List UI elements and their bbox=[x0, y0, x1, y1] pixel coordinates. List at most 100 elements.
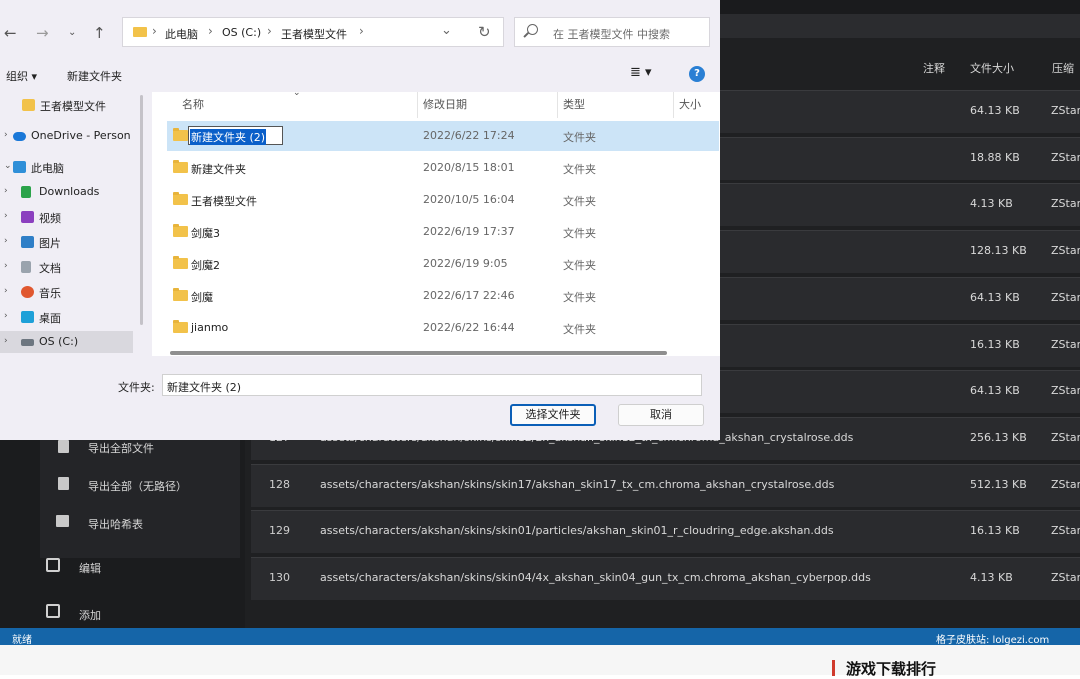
folder-icon bbox=[173, 320, 188, 333]
chevron-right-icon: › bbox=[4, 130, 8, 140]
add-icon bbox=[46, 604, 60, 618]
column-header-size[interactable]: 文件大小 bbox=[970, 60, 1014, 76]
app-sidebar: 导出全部文件 导出全部（无路径） 导出哈希表 编辑 添加 bbox=[0, 440, 245, 628]
row-size: 512.13 KB bbox=[970, 477, 1027, 491]
row-compression: ZStan bbox=[1051, 104, 1080, 117]
folder-date: 2022/6/22 16:44 bbox=[423, 321, 515, 334]
nav-item-music[interactable]: › 音乐 bbox=[0, 281, 133, 303]
column-divider[interactable] bbox=[417, 92, 418, 118]
column-header-compress[interactable]: 压缩 bbox=[1052, 60, 1074, 76]
navigation-pane: 王者模型文件 › OneDrive - Person ⌄ 此电脑 › Downl… bbox=[0, 92, 146, 356]
nav-item-onedrive[interactable]: › OneDrive - Person bbox=[0, 125, 133, 147]
row-path: assets/characters/akshan/skins/skin17/ak… bbox=[320, 477, 835, 491]
select-folder-dialog: ← → ⌄ ↑ › 此电脑 › OS (C:) › 王者模型文件 › ⌄ ↻ 在… bbox=[0, 0, 720, 440]
status-text: 就绪 bbox=[12, 635, 32, 646]
document-icon bbox=[21, 261, 31, 273]
list-item[interactable]: jianmo 2022/6/22 16:44 文件夹 bbox=[167, 313, 719, 343]
breadcrumb-folder[interactable]: 王者模型文件 bbox=[281, 26, 347, 42]
menu-edit[interactable]: 编辑 bbox=[79, 560, 101, 576]
folder-icon bbox=[173, 288, 188, 301]
view-options-icon[interactable]: ≣ ▾ bbox=[630, 65, 652, 80]
nav-item-videos[interactable]: › 视频 bbox=[0, 206, 133, 228]
app-title-bar bbox=[720, 0, 1080, 14]
app-tab-strip bbox=[720, 14, 1080, 38]
column-divider[interactable] bbox=[557, 92, 558, 118]
new-folder-button[interactable]: 新建文件夹 bbox=[67, 68, 122, 84]
chevron-right-icon: › bbox=[208, 24, 213, 38]
title-accent-bar bbox=[832, 660, 835, 676]
nav-item-drive[interactable]: › OS (C:) bbox=[0, 331, 133, 353]
rename-selected-text: 新建文件夹 (2) bbox=[190, 129, 267, 145]
column-header-type[interactable]: 类型 bbox=[563, 96, 585, 112]
section-title: 游戏下载排行 bbox=[846, 660, 937, 678]
help-icon[interactable]: ? bbox=[689, 66, 705, 82]
nav-scrollbar[interactable] bbox=[140, 95, 143, 325]
nav-item-pictures[interactable]: › 图片 bbox=[0, 231, 133, 253]
export-submenu: 导出全部文件 导出全部（无路径） 导出哈希表 bbox=[40, 440, 240, 558]
refresh-icon[interactable]: ↻ bbox=[478, 23, 491, 41]
row-compression: ZStan bbox=[1051, 430, 1080, 444]
menu-export-hash[interactable]: 导出哈希表 bbox=[88, 516, 143, 532]
recent-chevron-icon[interactable]: ⌄ bbox=[68, 27, 76, 38]
folder-name: 剑魔 bbox=[191, 291, 213, 304]
address-bar[interactable]: › 此电脑 › OS (C:) › 王者模型文件 › ⌄ ↻ bbox=[122, 17, 504, 47]
nav-item-folder[interactable]: 王者模型文件 bbox=[0, 94, 133, 116]
drive-icon bbox=[21, 339, 34, 346]
menu-export-all-nopath[interactable]: 导出全部（无路径） bbox=[88, 478, 187, 494]
row-size: 18.88 KB bbox=[970, 150, 1020, 164]
folder-type: 文件夹 bbox=[563, 291, 596, 304]
chevron-right-icon: › bbox=[4, 236, 8, 246]
nav-item-downloads[interactable]: › Downloads bbox=[0, 181, 133, 203]
column-header-note[interactable]: 注释 bbox=[923, 60, 945, 76]
column-header-size[interactable]: 大小 bbox=[679, 96, 701, 112]
folder-icon bbox=[173, 256, 188, 269]
breadcrumb-drive[interactable]: OS (C:) bbox=[222, 26, 261, 39]
list-item[interactable]: 新建文件夹 2020/8/15 18:01 文件夹 bbox=[167, 153, 719, 183]
list-item[interactable]: 王者模型文件 2020/10/5 16:04 文件夹 bbox=[167, 185, 719, 215]
folder-name: 剑魔2 bbox=[191, 259, 220, 272]
breadcrumb-this-pc[interactable]: 此电脑 bbox=[165, 26, 198, 42]
folder-field-value: 新建文件夹 (2) bbox=[167, 381, 242, 394]
row-path: assets/characters/akshan/skins/skin01/pa… bbox=[320, 524, 834, 538]
search-box[interactable]: 在 王者模型文件 中搜索 bbox=[514, 17, 710, 47]
back-arrow-icon[interactable]: ← bbox=[4, 24, 17, 42]
nav-item-this-pc[interactable]: ⌄ 此电脑 bbox=[0, 156, 133, 178]
menu-add[interactable]: 添加 bbox=[79, 607, 101, 623]
list-item[interactable]: 剑魔 2022/6/17 22:46 文件夹 bbox=[167, 281, 719, 311]
list-item[interactable]: 剑魔3 2022/6/19 17:37 文件夹 bbox=[167, 217, 719, 247]
column-divider[interactable] bbox=[673, 92, 674, 118]
cancel-button[interactable]: 取消 bbox=[618, 404, 704, 426]
list-item[interactable]: 剑魔2 2022/6/19 9:05 文件夹 bbox=[167, 249, 719, 279]
row-compression: ZStan bbox=[1051, 571, 1080, 584]
table-row[interactable]: 129 assets/characters/akshan/skins/skin01… bbox=[251, 510, 1080, 554]
nav-item-desktop[interactable]: › 桌面 bbox=[0, 306, 133, 328]
folder-name: 王者模型文件 bbox=[191, 195, 257, 208]
row-size: 16.13 KB bbox=[970, 524, 1020, 538]
table-row[interactable]: 130 assets/characters/akshan/skins/skin04… bbox=[251, 557, 1080, 600]
horizontal-scrollbar[interactable] bbox=[170, 351, 667, 355]
forward-arrow-icon[interactable]: → bbox=[36, 24, 49, 42]
row-compression: ZStan bbox=[1051, 477, 1080, 491]
list-item[interactable]: 新建文件夹 (2) 2022/6/22 17:24 文件夹 bbox=[167, 121, 719, 151]
folder-date: 2022/6/17 22:46 bbox=[423, 289, 515, 302]
menu-export-all-files[interactable]: 导出全部文件 bbox=[88, 440, 154, 456]
rename-field[interactable]: 新建文件夹 (2) bbox=[188, 126, 283, 145]
folder-field-label: 文件夹: bbox=[118, 381, 155, 394]
column-header-name[interactable]: 名称 bbox=[182, 96, 204, 112]
webpage-below: 游戏下载排行 bbox=[0, 645, 1080, 678]
folder-type: 文件夹 bbox=[563, 195, 596, 208]
cloud-icon bbox=[13, 132, 26, 141]
folder-field[interactable]: 新建文件夹 (2) bbox=[162, 374, 702, 396]
chevron-right-icon: › bbox=[4, 286, 8, 296]
chevron-down-icon: ⌄ bbox=[4, 161, 12, 171]
table-row[interactable]: 128 assets/characters/akshan/skins/skin17… bbox=[251, 463, 1080, 507]
nav-item-documents[interactable]: › 文档 bbox=[0, 256, 133, 278]
row-number: 130 bbox=[269, 571, 290, 584]
folder-date: 2022/6/19 9:05 bbox=[423, 257, 508, 270]
row-compression: ZStan bbox=[1051, 150, 1080, 164]
organize-menu[interactable]: 组织 ▾ bbox=[6, 68, 37, 84]
select-folder-button[interactable]: 选择文件夹 bbox=[510, 404, 596, 426]
address-dropdown-icon[interactable]: ⌄ bbox=[441, 23, 452, 38]
column-header-date[interactable]: 修改日期 bbox=[423, 96, 467, 112]
up-arrow-icon[interactable]: ↑ bbox=[93, 24, 106, 42]
